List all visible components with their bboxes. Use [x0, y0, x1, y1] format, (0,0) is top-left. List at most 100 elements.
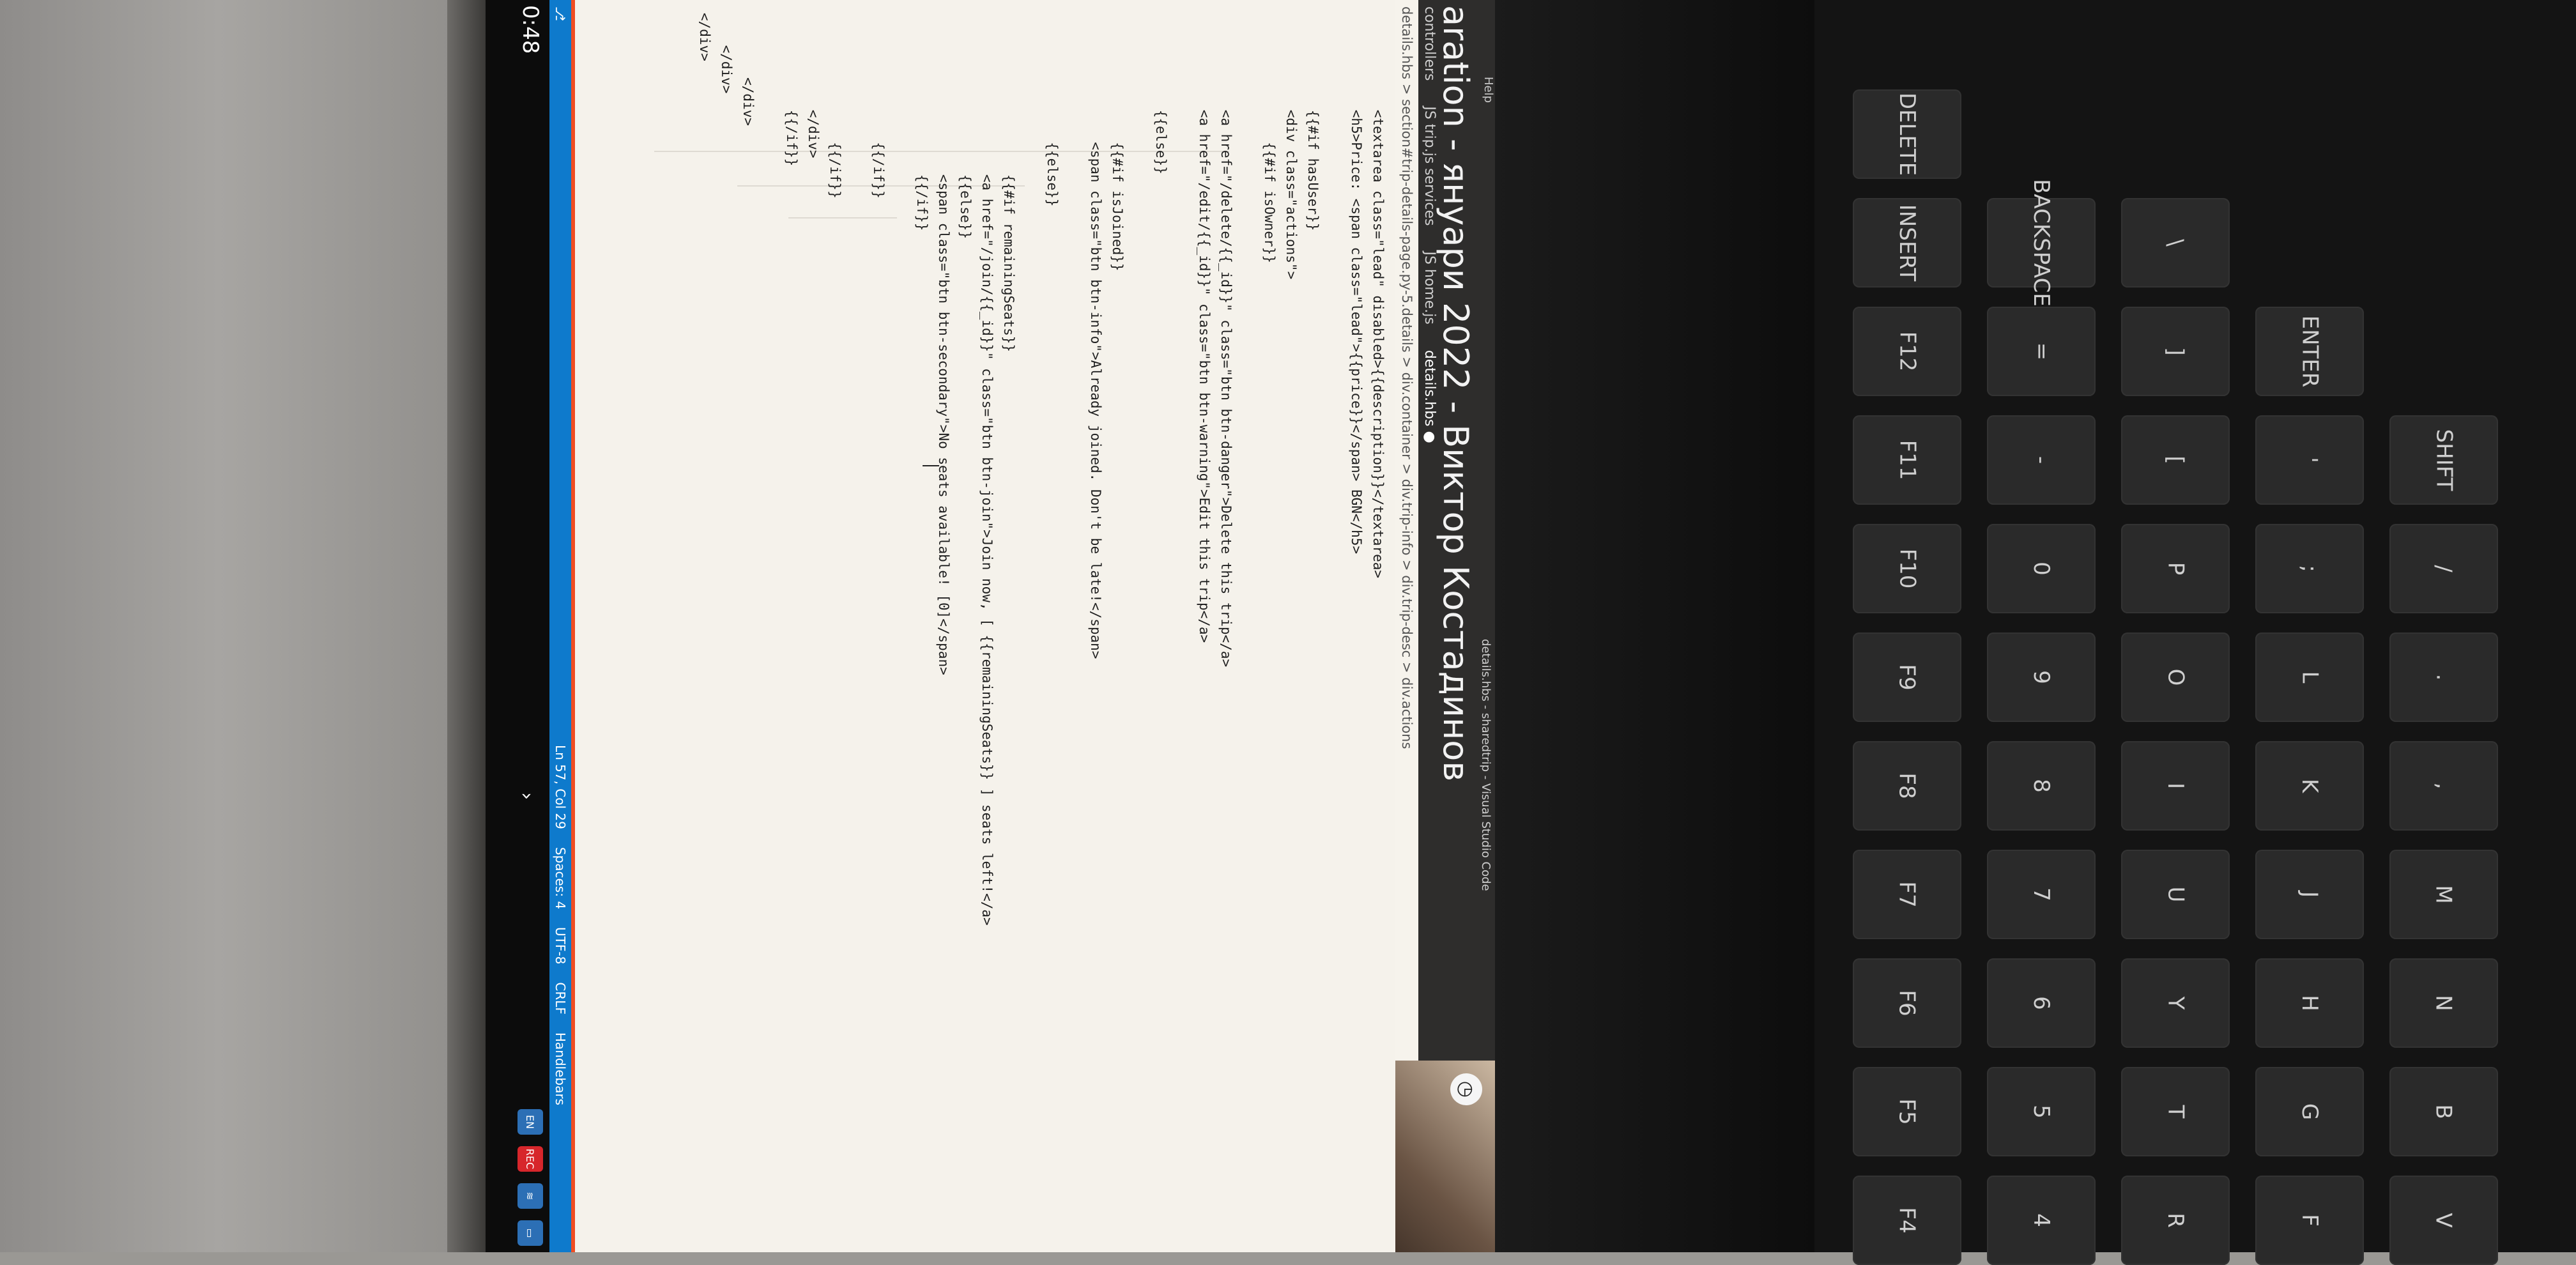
keyboard-key: K [2255, 741, 2364, 831]
code-line[interactable]: <span class="btn btn-secondary">No seats… [933, 13, 954, 675]
code-line[interactable]: <a href="/edit/{{_id}}" class="btn btn-w… [1193, 13, 1215, 643]
code-line[interactable]: {{/if}} [868, 13, 889, 199]
code-line[interactable]: </div> [694, 13, 716, 61]
laptop-screen: Help details.hbs - sharedtrip - Visual S… [486, 0, 1495, 1252]
taskbar: 0:48 › EN REC ≋ ▭ [486, 0, 549, 1252]
clock-icon: ◷ [1450, 1073, 1482, 1105]
keyboard-key: L [2255, 632, 2364, 722]
tab-trip-js[interactable]: JS trip.js services [1418, 106, 1438, 226]
code-line[interactable]: {{else}} [1150, 13, 1172, 174]
system-tray: EN REC ≋ ▭ [518, 1109, 543, 1246]
window-title: details.hbs - sharedtrip - Visual Studio… [1479, 639, 1492, 891]
status-indentation[interactable]: Spaces: 4 [549, 847, 571, 909]
keyboard-key: = [1987, 307, 2096, 396]
keyboard-key: , [2389, 741, 2498, 831]
code-line[interactable]: <div class="actions"> [1280, 13, 1302, 280]
keyboard-key: T [2121, 1067, 2230, 1156]
keyboard-key: 9 [1987, 632, 2096, 722]
keyboard-key: B [2389, 1067, 2498, 1156]
keyboard-key: 8 [1987, 741, 2096, 831]
keyboard-key: ; [2255, 524, 2364, 613]
keyboard-key: F9 [1853, 632, 1961, 722]
code-line[interactable]: <textarea class="lead" disabled>{{descri… [1367, 13, 1389, 578]
keyboard-key: F12 [1853, 307, 1961, 396]
status-bar: ⎇ Ln 57, Col 29 Spaces: 4 UTF-8 CRLF Han… [549, 0, 571, 1252]
keyboard-key: R [2121, 1176, 2230, 1265]
keyboard-key: [ [2121, 415, 2230, 505]
keyboard-key: U [2121, 850, 2230, 939]
code-line[interactable]: {{#if isJoined}} [1107, 13, 1128, 271]
keyboard-key: G [2255, 1067, 2364, 1156]
desk-background [0, 0, 486, 1252]
keyboard-key: P [2121, 524, 2230, 613]
keyboard-key: F11 [1853, 415, 1961, 505]
keyboard-key: Y [2121, 958, 2230, 1048]
editor-bottom-edge [571, 0, 575, 1252]
keyboard-key: H [2255, 958, 2364, 1048]
keyboard-key: - [1987, 415, 2096, 505]
code-line[interactable]: </div> [802, 13, 824, 158]
keyboard-key: ] [2121, 307, 2230, 396]
keyboard-key: J [2255, 850, 2364, 939]
keyboard-key: SHIFT [2389, 415, 2498, 505]
code-editor[interactable]: <textarea class="lead" disabled>{{descri… [571, 0, 1395, 1252]
code-line[interactable]: {{#if remainingSeats}} [998, 13, 1020, 352]
breadcrumb[interactable]: details.hbs > section#trip-details-page.… [1395, 0, 1418, 1061]
menu-item-help[interactable]: Help [1482, 77, 1495, 103]
notifications-icon[interactable]: ▭ [518, 1220, 543, 1246]
status-language[interactable]: Handlebars [549, 1032, 571, 1105]
keyboard-key: INSERT [1853, 198, 1961, 288]
code-line[interactable]: </div> [716, 13, 737, 94]
chevron-up-icon[interactable]: › [516, 792, 538, 800]
laptop-bezel-top [447, 0, 486, 1252]
code-line[interactable]: {{/if}} [781, 13, 802, 167]
tab-controllers[interactable]: controllers [1418, 6, 1438, 80]
keyboard-key: ENTER [2255, 307, 2364, 396]
keyboard-key: F [2255, 1176, 2364, 1265]
code-line[interactable]: </div> [737, 13, 759, 126]
vscode-window: Help details.hbs - sharedtrip - Visual S… [486, 0, 1495, 1252]
language-indicator[interactable]: EN [518, 1109, 543, 1135]
code-line[interactable]: {{else}} [954, 13, 976, 239]
laptop-bezel-bottom [1495, 0, 1814, 1252]
wifi-icon[interactable]: ≋ [518, 1183, 543, 1209]
keyboard-key: / [2389, 524, 2498, 613]
keyboard-key: O [2121, 632, 2230, 722]
code-line[interactable]: <a href="/delete/{{_id}}" class="btn btn… [1215, 13, 1237, 667]
keyboard: F4 F5 F6 F7 F8 F9 F10 F11 F12 INSERT DELETE 4 5 6 7 8 9 0… [1814, 0, 2576, 1265]
taskbar-clock[interactable]: 0:48 [518, 5, 543, 54]
keyboard-key: F7 [1853, 850, 1961, 939]
record-indicator[interactable]: REC [518, 1146, 543, 1172]
keyboard-key: F6 [1853, 958, 1961, 1048]
code-line[interactable]: {{/if}} [911, 13, 933, 231]
code-line[interactable]: <span class="btn btn-info">Already joine… [1085, 13, 1107, 659]
tab-details-hbs[interactable]: details.hbs ● [1418, 350, 1438, 443]
keyboard-key: I [2121, 741, 2230, 831]
keyboard-key: 0 [1987, 524, 2096, 613]
status-eol[interactable]: CRLF [549, 982, 571, 1015]
keyboard-key: F5 [1853, 1067, 1961, 1156]
status-branch[interactable]: ⎇ [549, 6, 571, 21]
code-line[interactable]: <h5>Price: <span class="lead">{{price}}<… [1346, 13, 1367, 554]
keyboard-key: BACKSPACE [1987, 179, 2096, 307]
status-encoding[interactable]: UTF-8 [549, 927, 571, 964]
code-line[interactable]: {{#if hasUser}} [1302, 13, 1324, 231]
status-cursor-position[interactable]: Ln 57, Col 29 [549, 745, 571, 829]
code-line[interactable]: <a href="/join/{{_id}}" class="btn btn-j… [976, 13, 998, 926]
browser-tab-heading: aration - януари 2022 - Виктор Костадино… [1436, 5, 1476, 782]
code-line[interactable]: {{else}} [1041, 13, 1063, 206]
keyboard-key: 4 [1987, 1176, 2096, 1265]
indent-guide [788, 217, 897, 218]
keyboard-key: N [2389, 958, 2498, 1048]
code-line[interactable]: {{/if}} [824, 13, 846, 199]
keyboard-key: 5 [1987, 1067, 2096, 1156]
keyboard-key: 6 [1987, 958, 2096, 1048]
keyboard-key: ' [2255, 415, 2364, 505]
keyboard-key: DELETE [1853, 89, 1961, 179]
keyboard-key: V [2389, 1176, 2498, 1265]
code-line[interactable]: {{#if isOwner}} [1259, 13, 1280, 263]
tab-home-js[interactable]: JS home.js [1418, 251, 1438, 324]
keyboard-key: M [2389, 850, 2498, 939]
keyboard-key: F10 [1853, 524, 1961, 613]
keyboard-key: F8 [1853, 741, 1961, 831]
